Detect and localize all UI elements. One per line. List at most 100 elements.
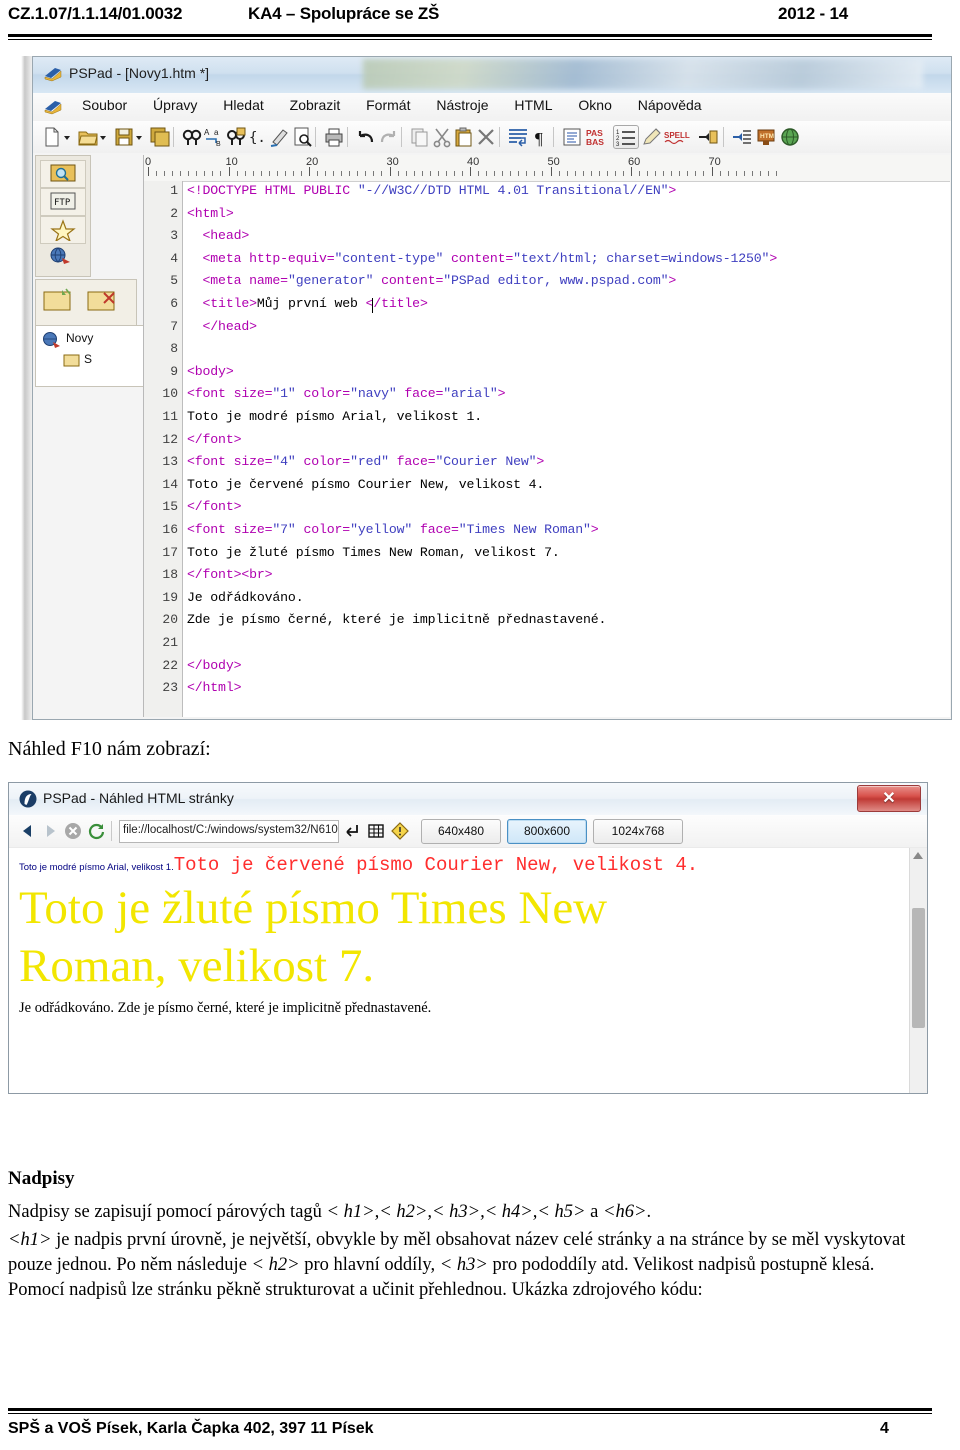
code-line[interactable]: </html> <box>187 680 242 695</box>
menu-item-upravy[interactable]: Úpravy <box>142 97 208 113</box>
menu-item-format[interactable]: Formát <box>355 97 421 113</box>
braces-icon[interactable]: {..} <box>247 126 269 148</box>
code-line[interactable]: Toto je modré písmo Arial, velikost 1. <box>187 409 482 424</box>
file-browser-button[interactable] <box>40 160 86 188</box>
menu-item-napoveda[interactable]: Nápověda <box>627 97 713 113</box>
refresh-icon[interactable] <box>87 821 107 841</box>
word-wrap-icon[interactable] <box>507 126 529 148</box>
warning-icon[interactable] <box>391 822 409 840</box>
code-line[interactable]: <font size="4" color="red" face="Courier… <box>187 454 544 469</box>
find-in-files-icon[interactable] <box>225 126 247 148</box>
menu-item-html[interactable]: HTML <box>503 97 563 113</box>
menu-item-hledat[interactable]: Hledat <box>212 97 274 113</box>
resolution-1024x768-button[interactable]: 1024x768 <box>593 819 683 844</box>
preview-vertical-scrollbar[interactable] <box>909 848 927 1093</box>
new-file-icon[interactable] <box>41 126 63 148</box>
project-child-label[interactable]: S <box>84 352 142 366</box>
cut-icon[interactable] <box>431 126 453 148</box>
forward-icon[interactable] <box>41 822 59 840</box>
code-line[interactable]: Zde je písmo černé, které je implicitně … <box>187 612 606 627</box>
close-project-icon[interactable] <box>86 286 120 316</box>
pencil-icon[interactable] <box>641 126 663 148</box>
svg-text:3: 3 <box>616 142 620 148</box>
open-dropdown-icon[interactable] <box>97 126 109 148</box>
resolution-640x480-button[interactable]: 640x480 <box>421 819 501 844</box>
print-icon[interactable] <box>323 126 345 148</box>
spell-icon[interactable]: SPELL <box>663 126 691 148</box>
ruler-tick-minor <box>574 171 576 176</box>
line-number: 2 <box>170 205 178 221</box>
indent-icon[interactable] <box>731 126 753 148</box>
code-line[interactable]: <meta http-equiv="content-type" content=… <box>187 251 778 266</box>
code-line[interactable]: <html> <box>187 206 234 221</box>
redo-icon[interactable] <box>377 126 399 148</box>
undo-icon[interactable] <box>355 126 377 148</box>
line-number: 1 <box>170 183 178 198</box>
code-explorer-icon[interactable] <box>561 126 583 148</box>
menu-item-zobrazit[interactable]: Zobrazit <box>279 97 352 113</box>
enter-icon[interactable] <box>343 822 361 840</box>
menu-item-soubor[interactable]: Soubor <box>71 97 138 113</box>
pin-icon[interactable] <box>697 126 719 148</box>
code-line[interactable]: Je odřádkováno. <box>187 590 304 605</box>
code-line[interactable]: </font><br> <box>187 567 273 582</box>
stop-icon[interactable] <box>63 821 83 841</box>
save-icon[interactable] <box>113 126 135 148</box>
scrollbar-thumb[interactable] <box>912 908 925 1028</box>
pas-bas-icon[interactable]: PAS BAS <box>585 126 611 148</box>
rendered-page-content: Toto je modré písmo Arial, velikost 1.To… <box>19 854 899 1017</box>
code-line[interactable]: </body> <box>187 658 242 673</box>
code-line[interactable]: Toto je červené písmo Courier New, velik… <box>187 477 544 492</box>
menu-item-okno[interactable]: Okno <box>567 97 622 113</box>
ruler-tick-minor <box>252 171 254 176</box>
open-folder-icon[interactable] <box>77 126 99 148</box>
html-preview-icon[interactable]: HTM <box>755 126 777 148</box>
save-all-icon[interactable] <box>149 126 171 148</box>
clear-format-icon[interactable] <box>269 126 291 148</box>
address-bar[interactable]: file://localhost/C:/windows/system32/N61… <box>119 820 339 843</box>
code-line[interactable]: </head> <box>187 319 258 334</box>
line-number: 21 <box>162 635 178 650</box>
code-line[interactable]: <head> <box>187 228 250 243</box>
project-tree: Novy S <box>35 325 145 387</box>
scroll-up-icon[interactable] <box>913 852 923 859</box>
code-text-area[interactable]: <!DOCTYPE HTML PUBLIC "-//W3C//DTD HTML … <box>183 181 950 717</box>
code-editor-pane[interactable]: 0 10 20 30 40 50 60 70 1 2 3 4 5 6 7 8 9 10 11 12 13 14 15 16 1… <box>143 155 950 717</box>
code-line[interactable]: <font size="1" color="navy" face="arial"… <box>187 386 506 401</box>
save-dropdown-icon[interactable] <box>133 126 145 148</box>
code-line[interactable]: </font> <box>187 499 242 514</box>
project-root-label[interactable]: Novy <box>66 331 140 345</box>
copy-icon[interactable] <box>409 126 431 148</box>
projects-button[interactable] <box>40 244 84 270</box>
code-line[interactable]: <body> <box>187 364 234 379</box>
find-icon[interactable] <box>181 126 203 148</box>
code-line[interactable]: <title>Můj první web </title> <box>187 296 428 311</box>
print-preview-icon[interactable] <box>291 126 313 148</box>
menu-item-nastroje[interactable]: Nástroje <box>425 97 499 113</box>
code-line[interactable]: <font size="7" color="yellow" face="Time… <box>187 522 599 537</box>
globe-icon[interactable] <box>779 126 801 148</box>
favorites-button[interactable] <box>40 216 86 244</box>
ruler-tick-minor <box>526 171 528 176</box>
code-line[interactable]: </font> <box>187 432 242 447</box>
ruler-label: 70 <box>708 156 721 168</box>
code-line[interactable]: <meta name="generator" content="PSPad ed… <box>187 273 677 288</box>
pspad-workspace: FTP Novy S 0 10 20 30 40 50 60 70 1 2 3 … <box>33 153 951 719</box>
replace-icon[interactable]: A a B <box>203 126 225 148</box>
back-icon[interactable] <box>19 822 37 840</box>
close-button[interactable]: ✕ <box>857 785 921 812</box>
ftp-button[interactable]: FTP <box>40 188 86 216</box>
numbered-list-button[interactable]: 1 2 3 <box>613 125 639 149</box>
pspad-menu-items[interactable]: Soubor Úpravy Hledat Zobrazit Formát Nás… <box>71 97 713 119</box>
ruler-tick-minor <box>542 171 544 176</box>
code-line[interactable]: Toto je žluté písmo Times New Roman, vel… <box>187 545 560 560</box>
paste-icon[interactable] <box>453 126 475 148</box>
code-line[interactable]: <!DOCTYPE HTML PUBLIC "-//W3C//DTD HTML … <box>187 183 676 198</box>
delete-icon[interactable] <box>475 126 497 148</box>
pilcrow-icon[interactable]: ¶ <box>531 126 553 148</box>
resolution-800x600-button[interactable]: 800x600 <box>507 819 587 844</box>
ruler-tick-major <box>631 167 632 176</box>
new-file-dropdown-icon[interactable] <box>61 126 73 148</box>
grid-icon[interactable] <box>367 822 385 840</box>
new-project-icon[interactable] <box>42 286 76 316</box>
